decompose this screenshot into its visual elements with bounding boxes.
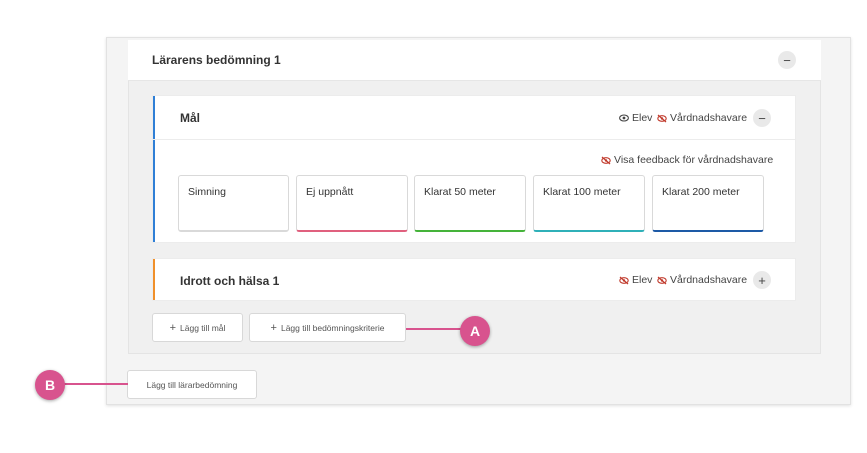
callout-a-line [406,328,462,330]
eye-slash-icon [601,156,611,164]
criterion-label: Ej uppnått [306,186,354,198]
add-teacher-assessment-button[interactable]: Lägg till lärarbedömning [127,370,257,399]
callout-a-marker: A [460,316,490,346]
criterion-box[interactable]: Ej uppnått [296,175,408,232]
criterion-box[interactable]: Klarat 200 meter [652,175,764,232]
callout-b-marker: B [35,370,65,400]
subject-card[interactable]: Idrott och hälsa 1 Elev Vårdnadshavare + [152,258,796,301]
goal-card-divider [153,139,795,140]
teacher-assessment-title: Lärarens bedömning 1 [152,53,281,67]
guardian-visibility-label: Vårdnadshavare [670,112,748,124]
guardian-visibility-toggle[interactable]: Vårdnadshavare [657,274,747,286]
guardian-visibility-toggle[interactable]: Vårdnadshavare [657,112,747,124]
student-visibility-toggle[interactable]: Elev [619,112,652,124]
add-goal-button[interactable]: + Lägg till mål [152,313,243,342]
expand-subject-button[interactable]: + [753,271,771,289]
add-criteria-label: Lägg till bedömningskriterie [280,322,385,333]
eye-slash-icon [657,276,667,284]
criterion-box[interactable]: Klarat 100 meter [533,175,645,232]
add-goal-label: Lägg till mål [180,322,226,333]
student-visibility-toggle[interactable]: Elev [619,274,652,286]
subject-card-accent [153,259,155,300]
add-criteria-button[interactable]: + Lägg till bedömningskriterie [249,313,406,342]
add-teacher-assessment-label: Lägg till lärarbedömning [146,379,238,390]
goal-card-accent [153,96,155,242]
student-visibility-label: Elev [632,112,653,124]
guardian-feedback-label: Visa feedback för vårdnadshavare [614,154,774,166]
collapse-goal-button[interactable]: − [753,109,771,127]
criterion-label: Klarat 100 meter [543,186,621,198]
plus-icon: + [270,321,277,334]
student-visibility-label: Elev [632,274,653,286]
callout-b-line [62,383,128,385]
plus-icon: + [169,321,177,334]
criterion-label: Simning [188,186,226,198]
guardian-feedback-toggle[interactable]: Visa feedback för vårdnadshavare [601,154,773,166]
goal-title: Mål [180,111,201,125]
criterion-label: Klarat 200 meter [662,186,740,198]
criterion-box[interactable]: Simning [178,175,289,232]
eye-slash-icon [619,276,629,284]
eye-icon [619,114,629,122]
eye-slash-icon [657,114,667,122]
guardian-visibility-label: Vårdnadshavare [670,274,748,286]
criterion-label: Klarat 50 meter [424,186,496,198]
teacher-assessment-header[interactable]: Lärarens bedömning 1 − [128,40,821,81]
subject-title: Idrott och hälsa 1 [180,274,280,288]
criterion-box[interactable]: Klarat 50 meter [414,175,526,232]
collapse-assessment-button[interactable]: − [778,51,796,69]
